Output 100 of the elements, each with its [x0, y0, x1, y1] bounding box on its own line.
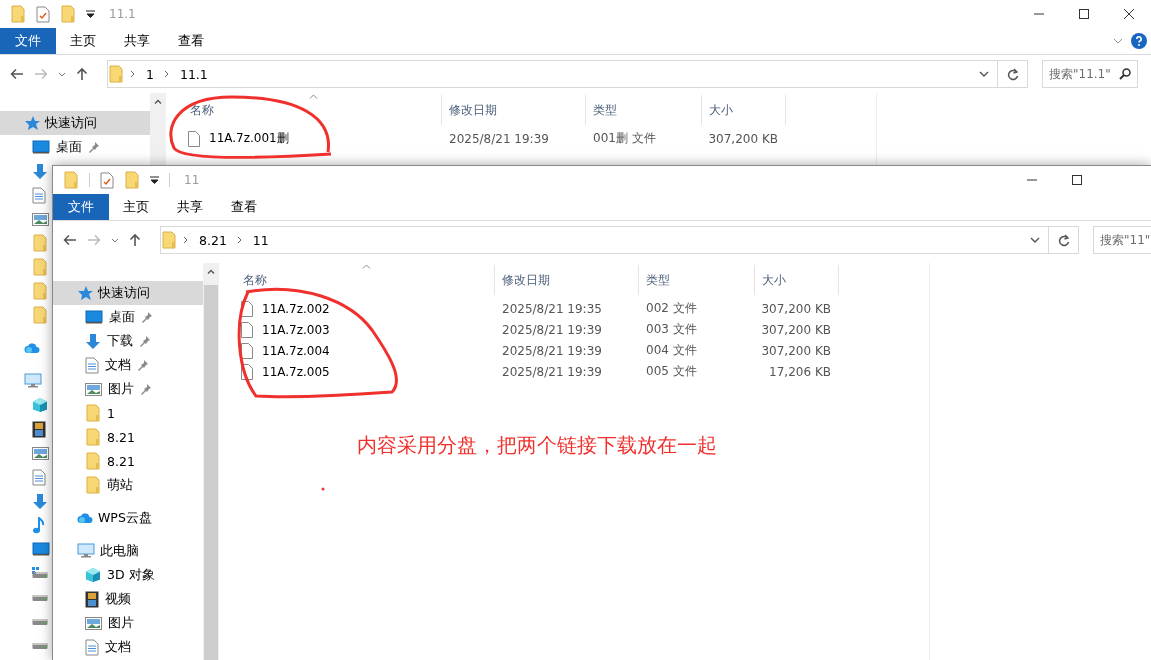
file-icon: [241, 363, 253, 380]
address-bar[interactable]: 8.21 11: [160, 226, 1049, 254]
recent-button[interactable]: [58, 71, 66, 77]
sidebar-item[interactable]: 此电脑: [53, 539, 203, 563]
ribbon-tab[interactable]: 查看: [217, 194, 271, 220]
scroll-up-icon: [154, 99, 162, 104]
cube-icon: [32, 397, 48, 413]
back-button[interactable]: [10, 68, 24, 80]
maximize-icon: [1078, 9, 1089, 19]
chevron-down-icon: [1113, 38, 1123, 44]
sidebar-item[interactable]: WPS云盘: [53, 506, 203, 530]
file-name-cell[interactable]: 11A.7z.005: [219, 363, 495, 380]
table-cell-text: 307,200 KB: [760, 343, 832, 358]
back-button[interactable]: [63, 234, 77, 246]
path-segment[interactable]: 1: [146, 66, 154, 82]
picture-icon: [32, 446, 49, 460]
chevron-down-icon: [979, 71, 989, 77]
sort-up-icon: [309, 94, 318, 99]
chevron-down-icon: [1030, 237, 1040, 243]
folder-icon: [32, 258, 48, 276]
document-icon: [85, 638, 99, 656]
sort-up-icon: [362, 264, 371, 269]
table-cell-text: 002 文件: [645, 300, 698, 317]
up-button[interactable]: [76, 67, 88, 81]
sidebar-item[interactable]: 图片: [53, 377, 203, 401]
pin-icon: [141, 311, 153, 323]
sidebar-item[interactable]: 3D 对象: [53, 563, 203, 587]
column-header[interactable]: 类型: [586, 95, 702, 125]
chevron-right-icon: [163, 70, 170, 78]
scroll-up-icon: [207, 269, 215, 274]
close-icon: [1123, 9, 1134, 19]
path-segment[interactable]: 11: [252, 232, 269, 248]
ribbon-tab[interactable]: 文件: [0, 28, 56, 54]
file-icon: [241, 342, 253, 359]
dropdown-icon: [86, 10, 95, 18]
ribbon-tab[interactable]: 共享: [163, 194, 217, 220]
recent-button[interactable]: [111, 237, 119, 243]
sidebar-item[interactable]: 桌面: [53, 305, 203, 329]
picture-icon: [85, 616, 102, 630]
sidebar-item[interactable]: 8.21: [53, 449, 203, 473]
refresh-button[interactable]: [998, 60, 1028, 88]
sidebar-item[interactable]: 快速访问: [53, 281, 203, 305]
forward-button[interactable]: [34, 68, 48, 80]
document-icon: [85, 356, 99, 374]
up-button[interactable]: [129, 233, 141, 247]
folder-icon: [32, 306, 48, 324]
sidebar-item[interactable]: 萌站: [53, 473, 203, 497]
table-cell-text: 2025/8/21 19:39: [501, 343, 603, 358]
file-name-cell[interactable]: 11A.7z.003: [219, 321, 495, 338]
file-name-cell[interactable]: 11A.7z.002: [219, 300, 495, 317]
ribbon-tab[interactable]: 主页: [109, 194, 163, 220]
chevron-down-icon: [111, 237, 119, 243]
sidebar-item[interactable]: 视频: [53, 587, 203, 611]
monitor-icon: [32, 140, 50, 154]
ribbon-tab[interactable]: 主页: [56, 28, 110, 54]
folder-icon: [32, 282, 48, 300]
column-header[interactable]: 大小: [702, 95, 786, 125]
pin-icon: [139, 335, 151, 347]
window-title: 11: [184, 173, 200, 187]
sidebar-item[interactable]: 图片: [53, 611, 203, 635]
column-header[interactable]: 大小: [755, 265, 839, 295]
sidebar-item[interactable]: 快速访问: [0, 111, 150, 135]
up-arrow-icon: [76, 67, 88, 81]
refresh-button[interactable]: [1049, 226, 1079, 254]
table-cell-text: 2025/8/21 19:39: [448, 131, 550, 146]
search-icon: [1119, 68, 1131, 80]
column-header[interactable]: 名称: [166, 95, 442, 125]
file-icon: [188, 130, 200, 147]
table-cell-text: 307,200 KB: [760, 301, 832, 316]
cloud-icon: [24, 342, 40, 354]
path-segment[interactable]: 11.1: [179, 66, 208, 82]
search-field[interactable]: 搜索"11": [1093, 226, 1151, 254]
ribbon-tab[interactable]: 查看: [164, 28, 218, 54]
document-icon: [32, 186, 46, 204]
pin-icon: [88, 141, 100, 153]
sidebar-item[interactable]: 文档: [53, 353, 203, 377]
document-icon: [32, 468, 46, 486]
file-name-cell[interactable]: 11A.7z.004: [219, 342, 495, 359]
drive-icon: [32, 616, 48, 626]
folder-icon: [85, 428, 101, 446]
sidebar-item[interactable]: 1: [53, 401, 203, 425]
folder-icon: [161, 231, 177, 249]
forward-button[interactable]: [87, 234, 101, 246]
address-bar[interactable]: 1 11.1: [107, 60, 998, 88]
column-header[interactable]: 修改日期: [442, 95, 586, 125]
search-field[interactable]: 搜索"11.1": [1042, 60, 1138, 88]
sidebar-item[interactable]: 下载: [53, 329, 203, 353]
table-cell-text: 004 文件: [645, 342, 698, 359]
cube-icon: [85, 567, 101, 583]
chevron-right-icon: [130, 70, 136, 78]
ribbon-tab[interactable]: 共享: [110, 28, 164, 54]
column-header[interactable]: 名称: [219, 265, 495, 295]
ribbon-tab[interactable]: 文件: [53, 194, 109, 220]
sidebar-item[interactable]: 桌面: [0, 135, 150, 159]
sidebar-item[interactable]: 文档: [53, 635, 203, 659]
file-name-cell[interactable]: 11A.7z.001删: [166, 130, 442, 147]
column-header[interactable]: 类型: [639, 265, 755, 295]
column-header[interactable]: 修改日期: [495, 265, 639, 295]
path-segment[interactable]: 8.21: [199, 232, 227, 248]
sidebar-item[interactable]: 8.21: [53, 425, 203, 449]
